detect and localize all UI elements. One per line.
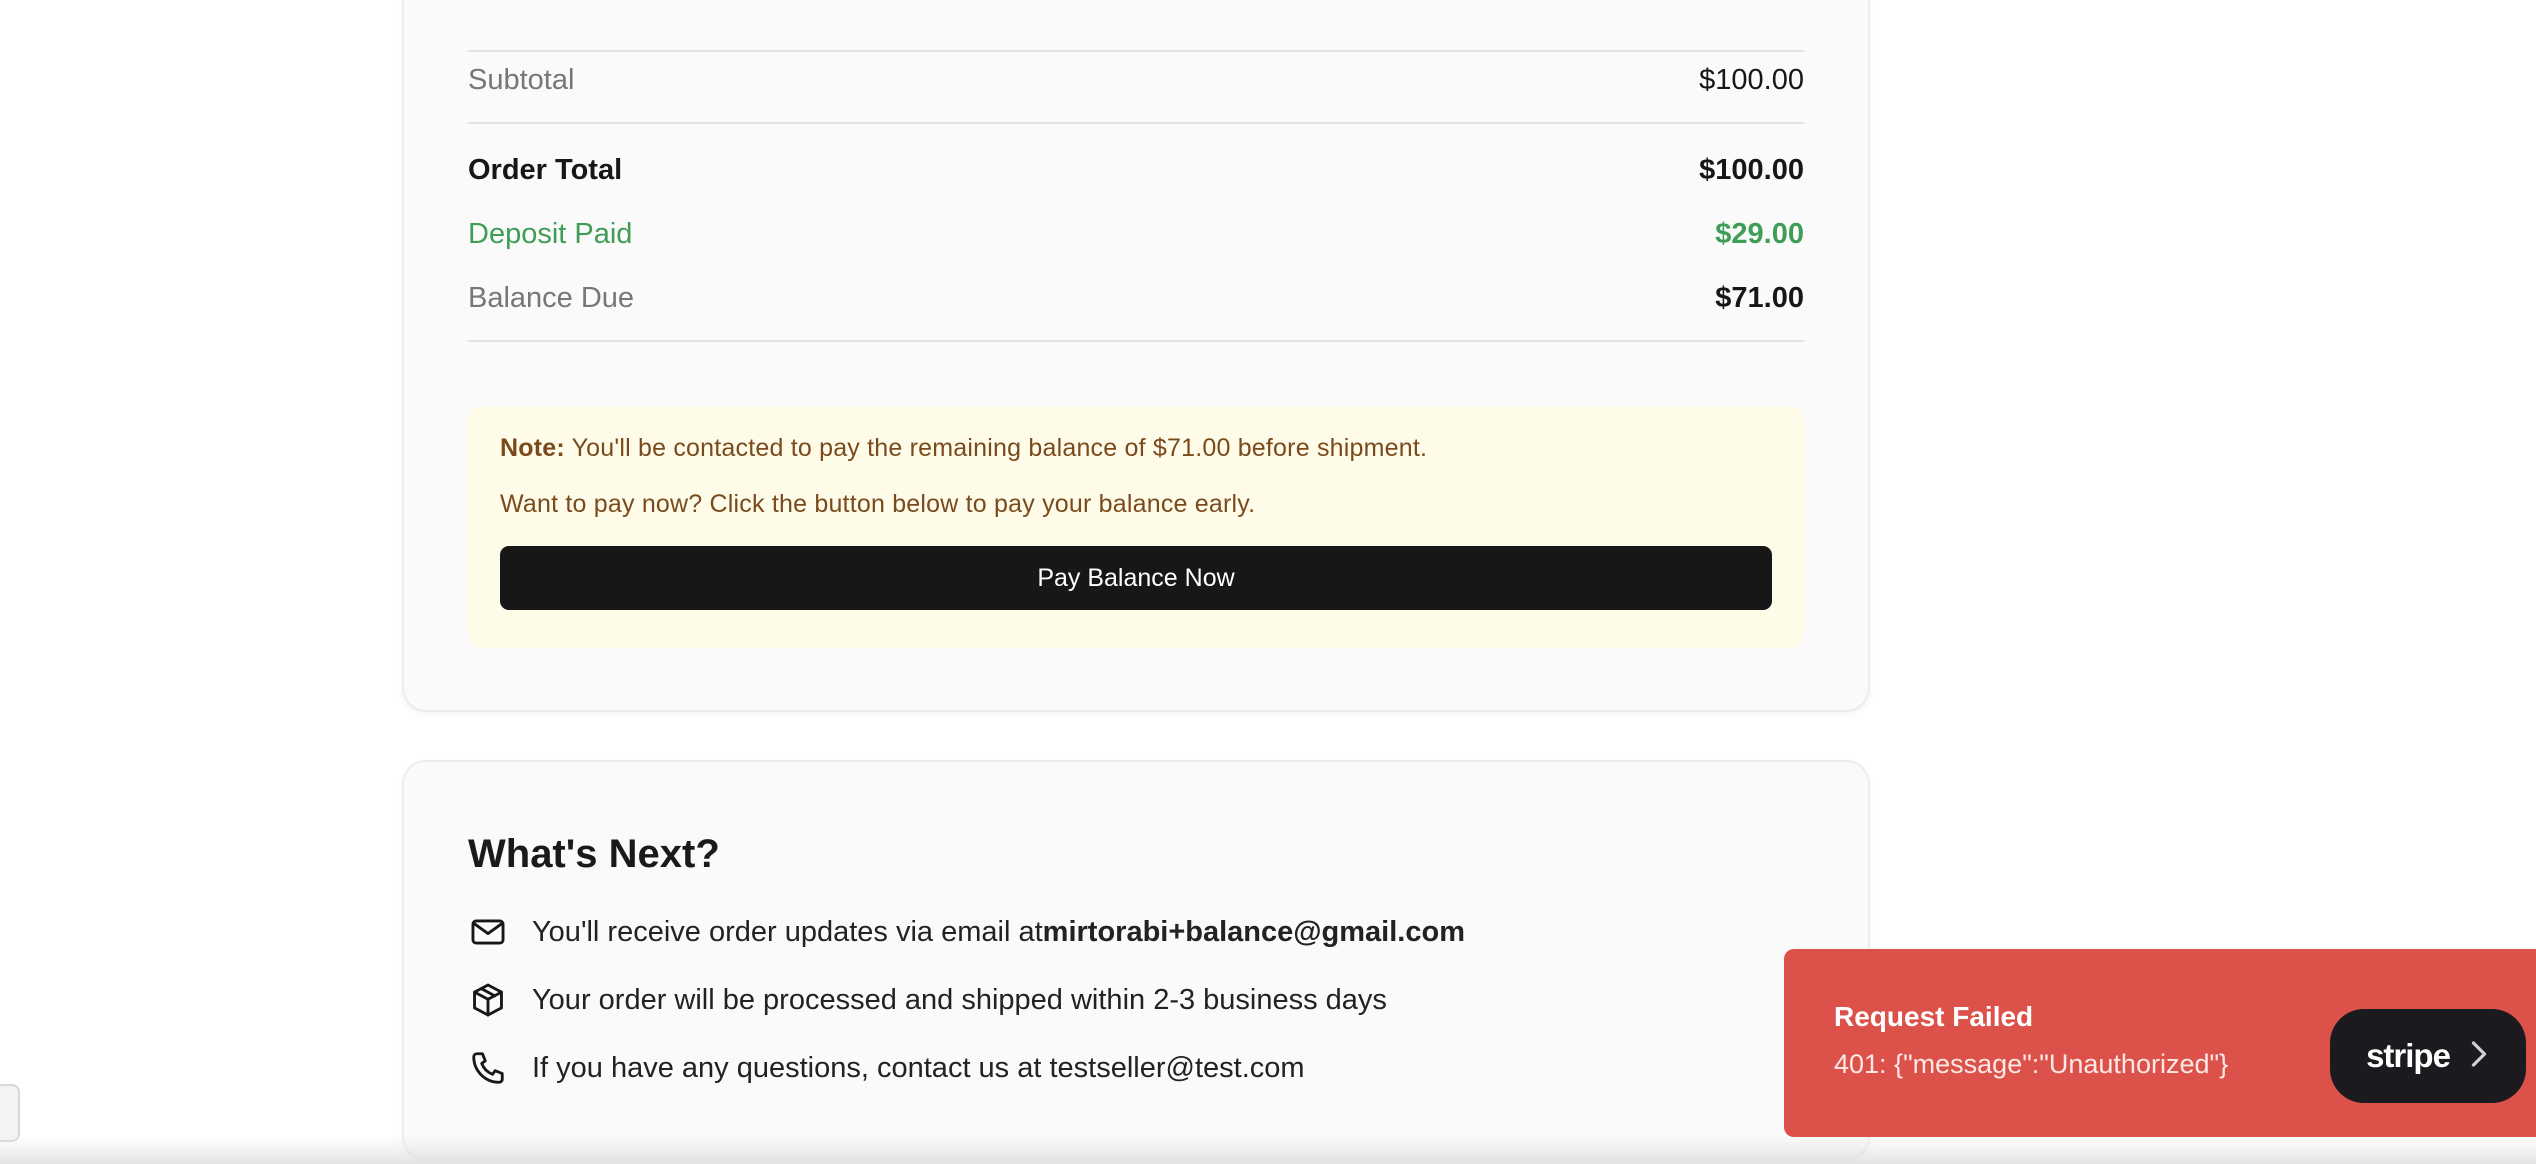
phone-icon [468, 1048, 508, 1088]
order-total-row: Order Total $100.00 [468, 150, 1804, 190]
order-total-label: Order Total [468, 153, 623, 186]
contact-info-item: If you have any questions, contact us at… [468, 1048, 1305, 1088]
note-line-1: You'll be contacted to pay the remaining… [564, 434, 1428, 462]
subtotal-row: Subtotal $100.00 [468, 60, 1804, 100]
mail-icon [468, 912, 508, 952]
subtotal-value: $100.00 [1699, 63, 1804, 96]
note-text: Note: You'll be contacted to pay the rem… [500, 434, 1427, 463]
order-total-value: $100.00 [1699, 153, 1804, 186]
pay-balance-button[interactable]: Pay Balance Now [500, 546, 1772, 610]
whats-next-card: What's Next? You'll receive order update… [402, 760, 1870, 1160]
toast-title: Request Failed [1834, 1001, 2034, 1032]
divider [468, 340, 1804, 342]
deposit-row: Deposit Paid $29.00 [468, 214, 1804, 254]
balance-value: $71.00 [1715, 281, 1804, 314]
deposit-label: Deposit Paid [468, 217, 633, 250]
bottom-shadow [0, 1136, 2536, 1164]
deposit-value: $29.00 [1715, 217, 1804, 250]
shipping-info-text: Your order will be processed and shipped… [532, 983, 1387, 1016]
stripe-logo: stripe [2366, 1037, 2451, 1074]
note-prefix: Note: [500, 434, 565, 462]
divider [468, 122, 1804, 124]
whats-next-title: What's Next? [468, 832, 720, 876]
contact-info-text: If you have any questions, contact us at… [532, 1051, 1305, 1084]
balance-label: Balance Due [468, 281, 635, 314]
divider [468, 50, 1804, 52]
subtotal-label: Subtotal [468, 63, 575, 96]
stripe-button[interactable]: stripe [2330, 1009, 2526, 1103]
email-updates-item: You'll receive order updates via email a… [468, 912, 1465, 952]
order-summary-card: Subtotal $100.00 Order Total $100.00 Dep… [402, 0, 1870, 712]
side-panel-handle[interactable] [0, 1084, 20, 1142]
customer-email: mirtorabi+balance@gmail.com [1042, 915, 1465, 948]
shipping-info-item: Your order will be processed and shipped… [468, 980, 1387, 1020]
error-toast: Request Failed 401: {"message":"Unauthor… [1784, 949, 2536, 1137]
note-line-2: Want to pay now? Click the button below … [500, 490, 1256, 518]
balance-note: Note: You'll be contacted to pay the rem… [468, 406, 1804, 648]
balance-row: Balance Due $71.00 [468, 278, 1804, 318]
chevron-right-icon [2468, 1039, 2490, 1074]
package-icon [468, 980, 508, 1020]
toast-message: 401: {"message":"Unauthorized"} [1834, 1049, 2229, 1079]
email-updates-text: You'll receive order updates via email a… [532, 915, 1043, 948]
